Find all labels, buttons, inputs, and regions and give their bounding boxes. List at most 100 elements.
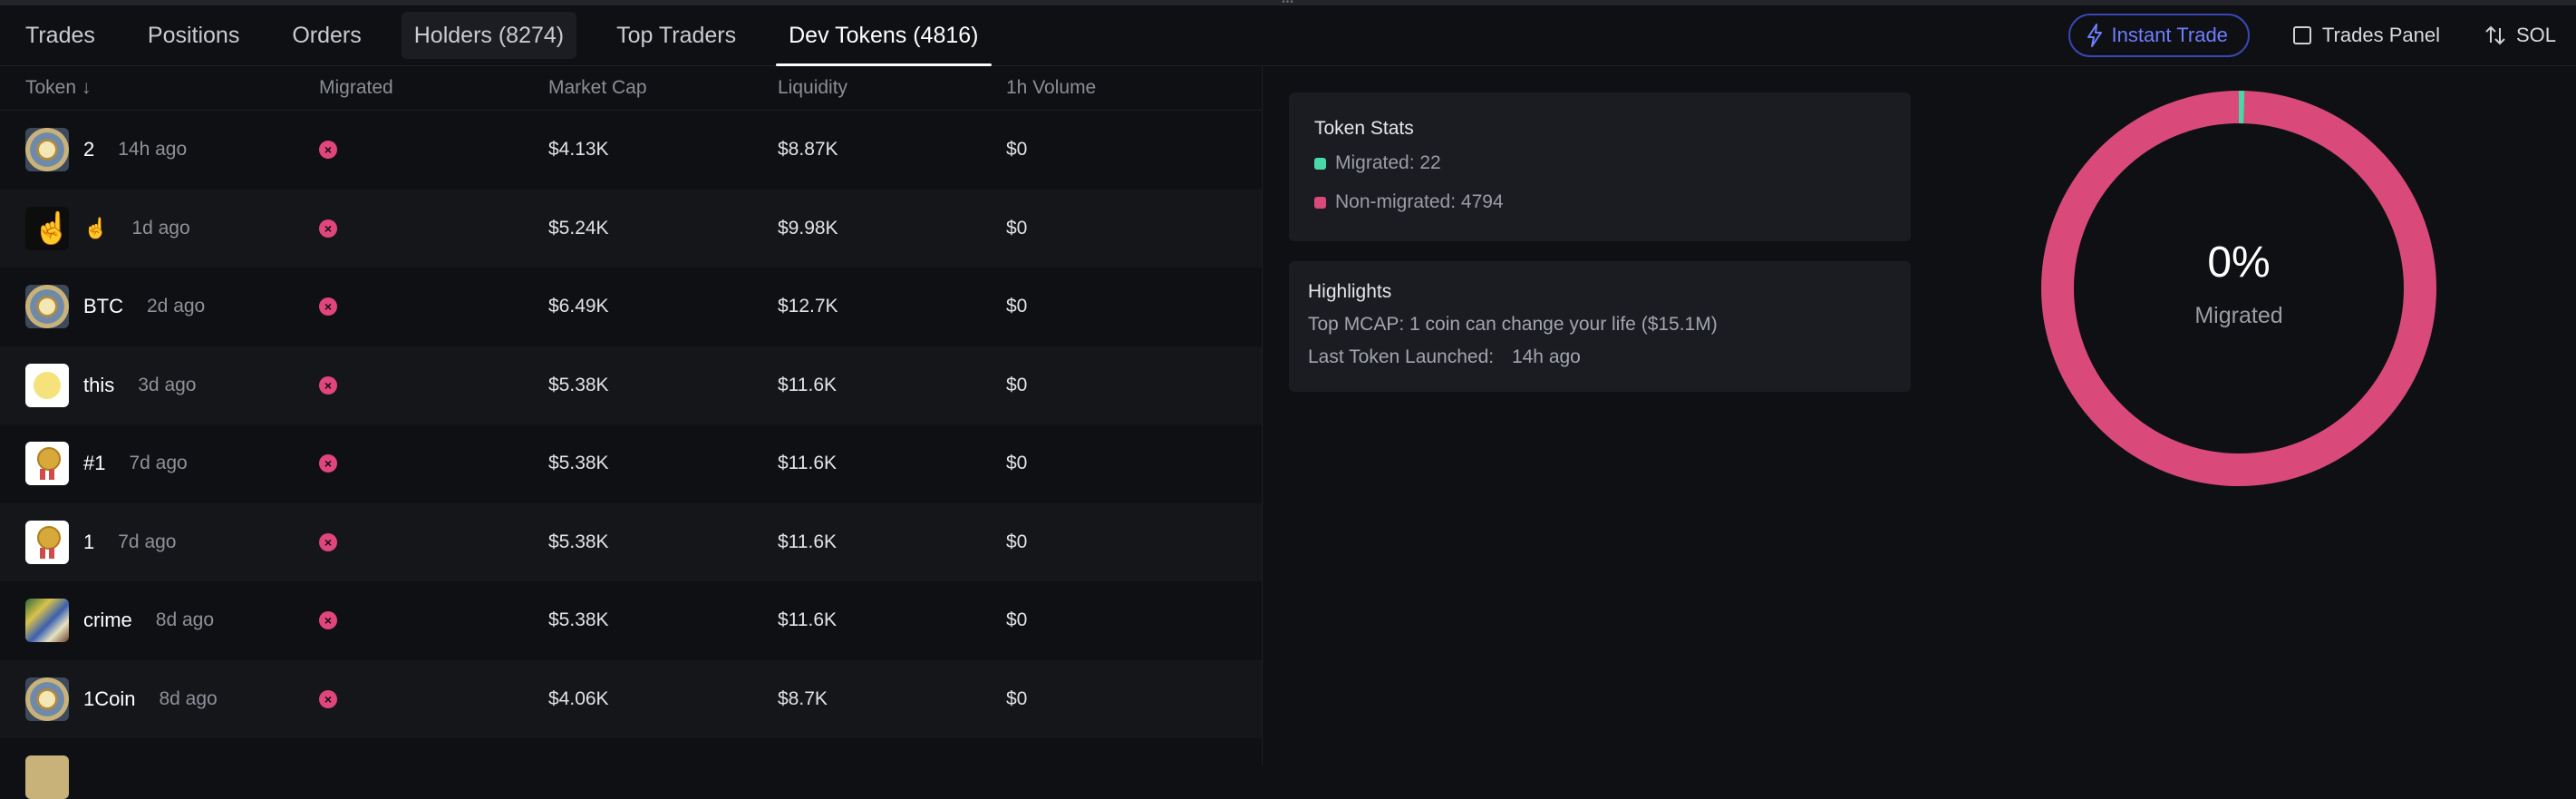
token-name: 2 <box>83 138 95 161</box>
non-migrated-segment <box>2041 91 2436 486</box>
table-row[interactable]: 2 14h ago × $4.13K $8.87K $0 <box>0 111 1262 190</box>
migrated-cell: × <box>319 424 337 502</box>
table-row[interactable]: 1Coin 8d ago × $4.06K $8.7K $0 <box>0 659 1262 738</box>
token-avatar <box>25 128 69 171</box>
table-row[interactable]: #1 7d ago × $5.38K $11.6K $0 <box>0 424 1262 503</box>
not-migrated-icon: × <box>319 375 337 395</box>
table-row[interactable]: BTC 2d ago × $6.49K $12.7K $0 <box>0 268 1262 346</box>
token-avatar: ☝️ <box>25 206 69 250</box>
token-cell[interactable]: ☝️ ☝️ 1d ago <box>25 190 190 268</box>
migrated-cell: × <box>319 503 337 581</box>
col-migrated[interactable]: Migrated <box>319 77 393 99</box>
trades-panel-toggle[interactable]: Trades Panel <box>2292 24 2440 47</box>
instant-trade-button[interactable]: Instant Trade <box>2068 14 2250 57</box>
last-token-launched: Last Token Launched: 14h ago <box>1308 346 1581 368</box>
volume-1h-cell: $0 <box>1006 609 1028 630</box>
token-age: 3d ago <box>138 374 197 395</box>
liquidity-cell: $8.87K <box>778 139 838 160</box>
volume-1h-cell: $0 <box>1006 296 1028 317</box>
panel-icon <box>2292 26 2311 44</box>
col-liquidity[interactable]: Liquidity <box>778 77 847 99</box>
top-mcap-text: Top MCAP: 1 coin can change your life ($… <box>1308 314 1718 335</box>
token-cell[interactable]: BTC 2d ago <box>25 268 205 346</box>
toolbar-right: Instant Trade Trades Panel SOL <box>2068 14 2556 57</box>
table-row[interactable]: 1 7d ago × $5.38K $11.6K $0 <box>0 502 1262 581</box>
tab-orders[interactable]: Orders <box>279 12 373 59</box>
volume-1h-cell: $0 <box>1006 217 1028 239</box>
migrated-cell: × <box>319 346 337 424</box>
table-row[interactable]: crime 8d ago × $5.38K $11.6K $0 <box>0 581 1262 660</box>
not-migrated-icon: × <box>319 532 337 551</box>
non-migrated-legend-dot <box>1314 196 1326 209</box>
token-cell[interactable]: 1 7d ago <box>25 503 176 581</box>
tab-positions[interactable]: Positions <box>135 12 252 59</box>
token-age: 7d ago <box>118 531 177 552</box>
token-name: BTC <box>83 295 123 317</box>
currency-toggle[interactable]: SOL <box>2484 24 2556 47</box>
token-name: 1Coin <box>83 687 136 710</box>
not-migrated-icon: × <box>319 219 337 238</box>
token-age: 8d ago <box>155 609 215 630</box>
token-avatar <box>25 520 69 564</box>
token-name: ☝️ <box>83 216 109 239</box>
token-cell[interactable]: #1 7d ago <box>25 424 188 502</box>
token-cell[interactable]: this 3d ago <box>25 346 196 424</box>
volume-1h-cell: $0 <box>1006 374 1028 395</box>
last-launched-value: 14h ago <box>1511 346 1581 367</box>
not-migrated-icon: × <box>319 611 337 629</box>
liquidity-cell: $11.6K <box>778 609 837 630</box>
lightning-icon <box>2087 24 2102 47</box>
market-cap-cell: $5.38K <box>548 374 609 395</box>
token-age: 8d ago <box>159 687 218 709</box>
token-avatar <box>25 755 69 799</box>
tab-top-traders[interactable]: Top Traders <box>604 12 749 59</box>
not-migrated-icon: × <box>319 454 337 473</box>
migrated-cell: × <box>319 190 337 268</box>
tab-holders[interactable]: Holders (8274) <box>401 12 577 59</box>
token-cell[interactable]: crime 8d ago <box>25 581 214 659</box>
token-cell[interactable]: 2 14h ago <box>25 111 187 189</box>
liquidity-cell: $12.7K <box>778 296 838 317</box>
token-stats-card: Token Stats Migrated: 22 Non-migrated: 4… <box>1289 93 1911 241</box>
market-cap-cell: $6.49K <box>548 296 609 317</box>
trades-panel-label: Trades Panel <box>2321 24 2440 46</box>
table-body: 2 14h ago × $4.13K $8.87K $0 ☝️ ☝️ 1d ago × $5.24K… <box>0 111 1262 799</box>
liquidity-cell: $11.6K <box>778 374 837 395</box>
liquidity-cell: $8.7K <box>778 687 828 709</box>
migrated-legend-dot <box>1314 157 1326 170</box>
token-avatar <box>25 677 69 721</box>
dev-tokens-table: Token ↓ Migrated Market Cap Liquidity 1h… <box>0 66 1263 799</box>
tab-trades[interactable]: Trades <box>13 12 108 59</box>
volume-1h-cell: $0 <box>1006 531 1028 552</box>
col-token[interactable]: Token ↓ <box>25 77 91 99</box>
not-migrated-icon: × <box>319 689 337 708</box>
migrated-stat: Migrated: 22 <box>1314 152 1441 174</box>
last-launched-label: Last Token Launched: <box>1308 346 1495 367</box>
table-row[interactable]: this 3d ago × $5.38K $11.6K $0 <box>0 346 1262 424</box>
market-cap-cell: $4.13K <box>548 139 609 160</box>
market-cap-cell: $4.06K <box>548 687 609 709</box>
not-migrated-icon: × <box>319 141 337 159</box>
table-row[interactable]: ☝️ ☝️ 1d ago × $5.24K $9.98K $0 <box>0 189 1262 268</box>
token-stats-title: Token Stats <box>1314 118 1414 139</box>
highlights-card: Highlights Top MCAP: 1 coin can change y… <box>1289 261 1911 392</box>
donut-caption: Migrated <box>2194 303 2283 328</box>
token-name: crime <box>83 609 132 631</box>
token-age: 7d ago <box>129 453 188 473</box>
tab-dev-tokens[interactable]: Dev Tokens (4816) <box>776 12 992 66</box>
token-cell[interactable]: 1Coin 8d ago <box>25 660 218 738</box>
migrated-cell: × <box>319 268 337 346</box>
migrated-cell: × <box>319 111 337 189</box>
token-avatar <box>25 363 69 407</box>
token-avatar <box>25 442 69 485</box>
non-migrated-stat-label: Non-migrated: 4794 <box>1335 191 1504 212</box>
donut-percent: 0% <box>2207 239 2271 287</box>
col-volume-1h[interactable]: 1h Volume <box>1006 77 1096 99</box>
col-market-cap[interactable]: Market Cap <box>548 77 647 99</box>
currency-label: SOL <box>2515 24 2556 46</box>
market-cap-cell: $5.38K <box>548 453 609 473</box>
table-header: Token ↓ Migrated Market Cap Liquidity 1h… <box>0 66 1262 111</box>
liquidity-cell: $11.6K <box>778 531 837 552</box>
table-row[interactable] <box>0 738 1262 799</box>
migrated-cell: × <box>319 581 337 659</box>
